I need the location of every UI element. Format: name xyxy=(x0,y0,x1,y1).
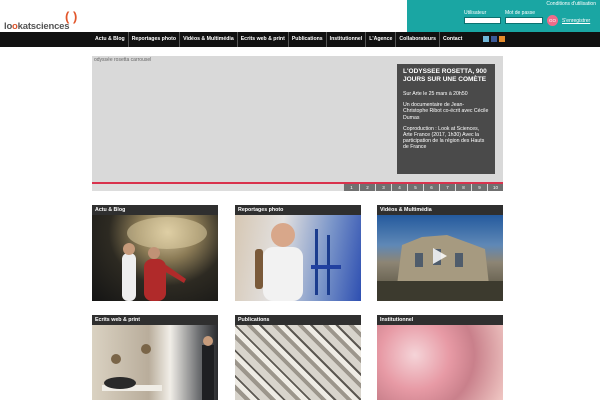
tile-actu-blog[interactable]: Actu & Blog xyxy=(92,205,218,301)
twitter-icon[interactable] xyxy=(483,36,489,42)
tile-illustration xyxy=(122,217,207,301)
carousel-caption[interactable]: L'ODYSSEE ROSETTA, 900 jours sur une com… xyxy=(397,64,495,174)
pager-item[interactable]: 6 xyxy=(423,184,439,191)
pager-item[interactable]: 9 xyxy=(471,184,487,191)
rss-icon[interactable] xyxy=(499,36,505,42)
register-link[interactable]: S'enregistrer xyxy=(562,18,590,24)
pager-items: 1 2 3 4 5 6 7 8 9 10 xyxy=(343,184,503,191)
tile-title: Ecrits web & print xyxy=(92,315,218,325)
main-nav: Actu & Blog Reportages photo Vidéos & Mu… xyxy=(0,32,600,47)
hero-carousel[interactable]: odyssée rosetta carrousel L'ODYSSEE ROSE… xyxy=(92,56,503,182)
pager-item[interactable]: 8 xyxy=(455,184,471,191)
pager-item[interactable]: 2 xyxy=(359,184,375,191)
login-go-button[interactable]: GO xyxy=(547,15,558,26)
conditions-link[interactable]: Conditions d'utilisation xyxy=(546,1,596,7)
carousel-paragraph: Sur Arte le 25 mars à 20h50 xyxy=(403,91,468,97)
tile-image-actu-blog[interactable] xyxy=(92,215,218,301)
user-input[interactable] xyxy=(464,17,501,24)
tile-illustration xyxy=(102,336,214,400)
password-input[interactable] xyxy=(505,17,543,24)
tile-title: Vidéos & Multimédia xyxy=(377,205,503,215)
tile-title: Actu & Blog xyxy=(92,205,218,215)
login-panel: Conditions d'utilisation Utilisateur Mot… xyxy=(407,0,600,32)
nav-item-contact[interactable]: Contact xyxy=(440,32,465,47)
password-label: Mot de passe xyxy=(505,10,536,16)
carousel-title: L'ODYSSEE ROSETTA, 900 jours sur une com… xyxy=(403,68,487,83)
nav-item-ecrits-web-print[interactable]: Ecrits web & print xyxy=(238,32,289,47)
nav-item-institutionnel[interactable]: Institutionnel xyxy=(327,32,367,47)
nav-item-actu-blog[interactable]: Actu & Blog xyxy=(92,32,129,47)
tile-image-ecrits-web-print[interactable] xyxy=(92,325,218,400)
tile-publications[interactable]: Publications xyxy=(235,315,361,400)
pager-item[interactable]: 5 xyxy=(407,184,423,191)
play-icon[interactable] xyxy=(428,245,450,267)
logo-wordmark: lookatsciences xyxy=(4,21,70,32)
tile-title: Institutionnel xyxy=(377,315,503,325)
site-logo[interactable]: lookatsciences ( ) xyxy=(4,9,82,33)
carousel-paragraph: Coproduction : Look at Sciences, Arte Fr… xyxy=(403,125,485,151)
nav-item-publications[interactable]: Publications xyxy=(289,32,327,47)
nav-item-collaborateurs[interactable]: Collaborateurs xyxy=(396,32,440,47)
pager-item[interactable]: 3 xyxy=(375,184,391,191)
nav-items: Actu & Blog Reportages photo Vidéos & Mu… xyxy=(92,32,465,47)
tile-title: Reportages photo xyxy=(235,205,361,215)
logo-bracket: ( ) xyxy=(65,9,78,24)
tile-reportages-photo[interactable]: Reportages photo xyxy=(235,205,361,301)
tile-image-reportages-photo[interactable] xyxy=(235,215,361,301)
tile-illustration xyxy=(255,223,341,301)
pager-item[interactable]: 7 xyxy=(439,184,455,191)
carousel-pager: 1 2 3 4 5 6 7 8 9 10 xyxy=(92,184,503,191)
tile-image-institutionnel[interactable] xyxy=(377,325,503,400)
nav-item-videos-multimedia[interactable]: Vidéos & Multimédia xyxy=(180,32,238,47)
carousel-alt-text: odyssée rosetta carrousel xyxy=(94,57,152,63)
nav-item-agence[interactable]: L'Agence xyxy=(366,32,397,47)
facebook-icon[interactable] xyxy=(491,36,497,42)
tile-image-videos-multimedia[interactable] xyxy=(377,215,503,301)
tile-videos-multimedia[interactable]: Vidéos & Multimédia xyxy=(377,205,503,301)
tile-institutionnel[interactable]: Institutionnel xyxy=(377,315,503,400)
tile-ecrits-web-print[interactable]: Ecrits web & print xyxy=(92,315,218,400)
nav-item-reportages-photo[interactable]: Reportages photo xyxy=(129,32,181,47)
pager-item[interactable]: 1 xyxy=(343,184,359,191)
tile-image-publications[interactable] xyxy=(235,325,361,400)
carousel-paragraph: Un documentaire de Jean-Christophe Ribot… xyxy=(403,102,489,121)
tile-title: Publications xyxy=(235,315,361,325)
user-label: Utilisateur xyxy=(464,10,487,16)
social-links xyxy=(483,36,505,42)
pager-item[interactable]: 4 xyxy=(391,184,407,191)
pager-item[interactable]: 10 xyxy=(487,184,503,191)
